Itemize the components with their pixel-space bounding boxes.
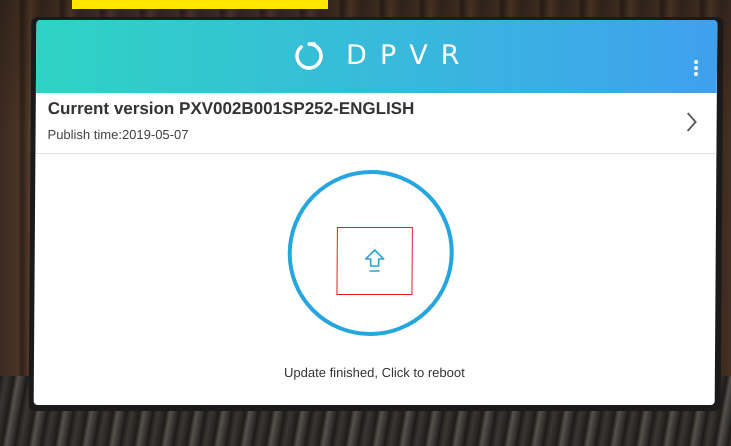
more-vertical-icon[interactable] <box>689 58 703 80</box>
reboot-status-text[interactable]: Update finished, Click to reboot <box>34 365 715 380</box>
dpvr-logo-icon <box>295 41 323 70</box>
vr-screen-frame: DPVR Current version PXV002B001SP252-ENG… <box>28 17 724 411</box>
publish-time-label: Publish time:2019-05-07 <box>47 127 189 142</box>
header-bar: DPVR <box>35 20 718 93</box>
highlight-bar <box>72 0 328 9</box>
current-version-label: Current version PXV002B001SP252-ENGLISH <box>47 99 415 118</box>
brand-logo: DPVR <box>294 40 473 71</box>
arrow-up-glyph <box>364 249 385 272</box>
update-screen: DPVR Current version PXV002B001SP252-ENG… <box>33 20 718 405</box>
brand-name: DPVR <box>345 40 473 71</box>
version-info-row[interactable]: Current version PXV002B001SP252-ENGLISH … <box>35 93 717 154</box>
upload-arrow-icon[interactable] <box>336 227 413 295</box>
chevron-right-icon <box>686 112 697 132</box>
